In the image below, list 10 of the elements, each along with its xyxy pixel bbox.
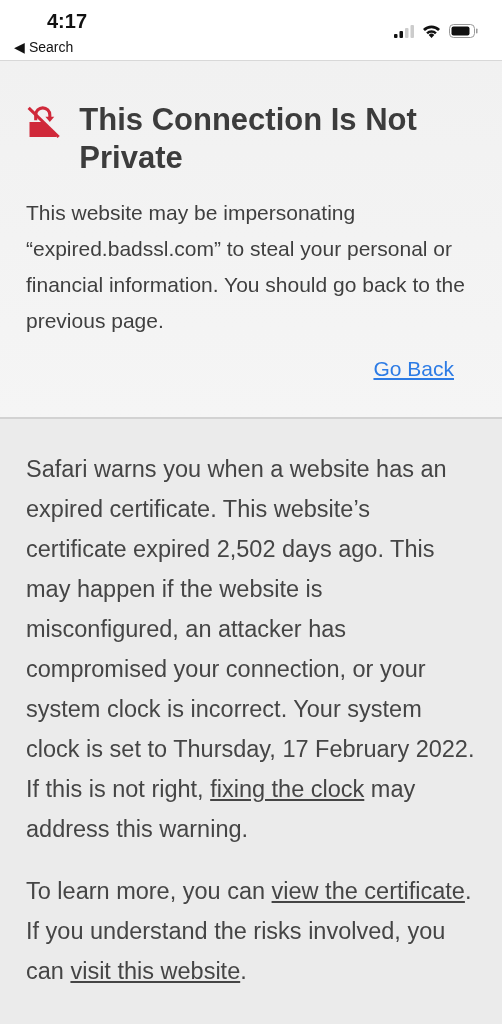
text-link[interactable]: view the certificate	[271, 878, 465, 904]
detail-paragraph: Safari warns you when a website has an expired certificate. This website’s certificate expired 2,502 days ago. This may happen if the website is misconfigured, an attacker has compromised your connection, or your system clock is incorrect. Your system clock is set to Thursday, 17 February 2022. If this is not right, fixing the clock may address this warning.	[26, 455, 476, 844]
go-back-link[interactable]: Go Back	[373, 357, 454, 381]
clock-time: 4:17	[47, 10, 88, 33]
text-link[interactable]: visit this website	[70, 958, 241, 984]
back-link[interactable]: ◀ Search	[14, 39, 74, 55]
detail-paragraph: To learn more, you can view the certificate. If you understand the risks involved, you can visit this website.	[26, 877, 473, 986]
text-link[interactable]: fixing the clock	[210, 776, 365, 802]
page-title: This Connection Is Not Private	[79, 101, 418, 177]
warning-message: This website may be impersonating “expired.badssl.com” to steal your personal or financial information. You should go back to the previous page.	[26, 200, 466, 334]
